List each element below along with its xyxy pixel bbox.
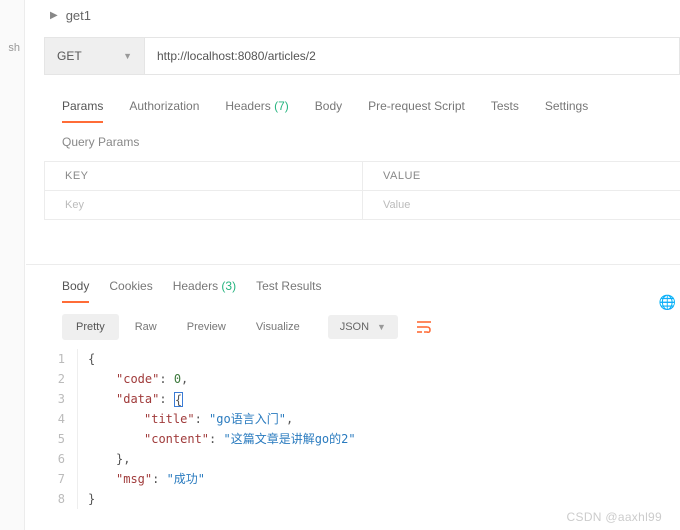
- wrap-lines-icon[interactable]: [410, 313, 438, 341]
- tab-headers[interactable]: Headers (7): [225, 99, 288, 123]
- chevron-down-icon: ▼: [123, 51, 132, 61]
- expand-icon[interactable]: ▶: [50, 10, 58, 21]
- response-tabs: Body Cookies Headers (3) Test Results: [44, 279, 680, 303]
- query-params-table: KEY VALUE Key Value: [44, 161, 680, 220]
- http-method-select[interactable]: GET ▼: [45, 38, 145, 74]
- tab-response-headers[interactable]: Headers (3): [173, 279, 236, 303]
- tab-params[interactable]: Params: [62, 99, 103, 123]
- tab-response-cookies[interactable]: Cookies: [109, 279, 152, 303]
- http-method-label: GET: [57, 49, 82, 63]
- pane-divider[interactable]: [26, 264, 680, 265]
- watermark: CSDN @aaxhl99: [567, 510, 662, 524]
- request-title-row[interactable]: ▶ get1: [26, 0, 680, 31]
- url-bar: GET ▼ http://localhost:8080/articles/2: [44, 37, 680, 75]
- left-sidebar-edge: sh: [0, 0, 25, 530]
- tab-settings[interactable]: Settings: [545, 99, 588, 123]
- view-preview[interactable]: Preview: [173, 314, 240, 340]
- chevron-down-icon: ▼: [377, 322, 386, 332]
- table-header-row: KEY VALUE: [45, 162, 680, 191]
- value-input[interactable]: Value: [363, 191, 680, 219]
- format-select[interactable]: JSON ▼: [328, 315, 398, 339]
- tab-test-results[interactable]: Test Results: [256, 279, 321, 303]
- query-params-title: Query Params: [62, 135, 680, 149]
- view-pretty[interactable]: Pretty: [62, 314, 119, 340]
- col-value: VALUE: [363, 162, 680, 191]
- response-body-editor[interactable]: 1{ 2"code": 0, 3"data": { 4"title": "go语…: [44, 349, 680, 509]
- url-input[interactable]: http://localhost:8080/articles/2: [145, 38, 679, 74]
- tab-prerequest[interactable]: Pre-request Script: [368, 99, 465, 123]
- response-toolbar: Pretty Raw Preview Visualize JSON ▼: [62, 313, 680, 341]
- tab-body[interactable]: Body: [315, 99, 342, 123]
- text-cursor: {: [174, 392, 183, 407]
- view-visualize[interactable]: Visualize: [242, 314, 314, 340]
- request-name: get1: [66, 8, 91, 23]
- col-key: KEY: [45, 162, 363, 191]
- response-headers-count-badge: (3): [221, 279, 236, 293]
- request-tabs: Params Authorization Headers (7) Body Pr…: [44, 99, 680, 123]
- headers-count-badge: (7): [274, 99, 289, 113]
- table-row[interactable]: Key Value: [45, 191, 680, 219]
- view-raw[interactable]: Raw: [121, 314, 171, 340]
- tab-tests[interactable]: Tests: [491, 99, 519, 123]
- tab-authorization[interactable]: Authorization: [129, 99, 199, 123]
- key-input[interactable]: Key: [45, 191, 363, 219]
- globe-icon[interactable]: 🌐: [659, 294, 676, 311]
- tab-response-body[interactable]: Body: [62, 279, 89, 303]
